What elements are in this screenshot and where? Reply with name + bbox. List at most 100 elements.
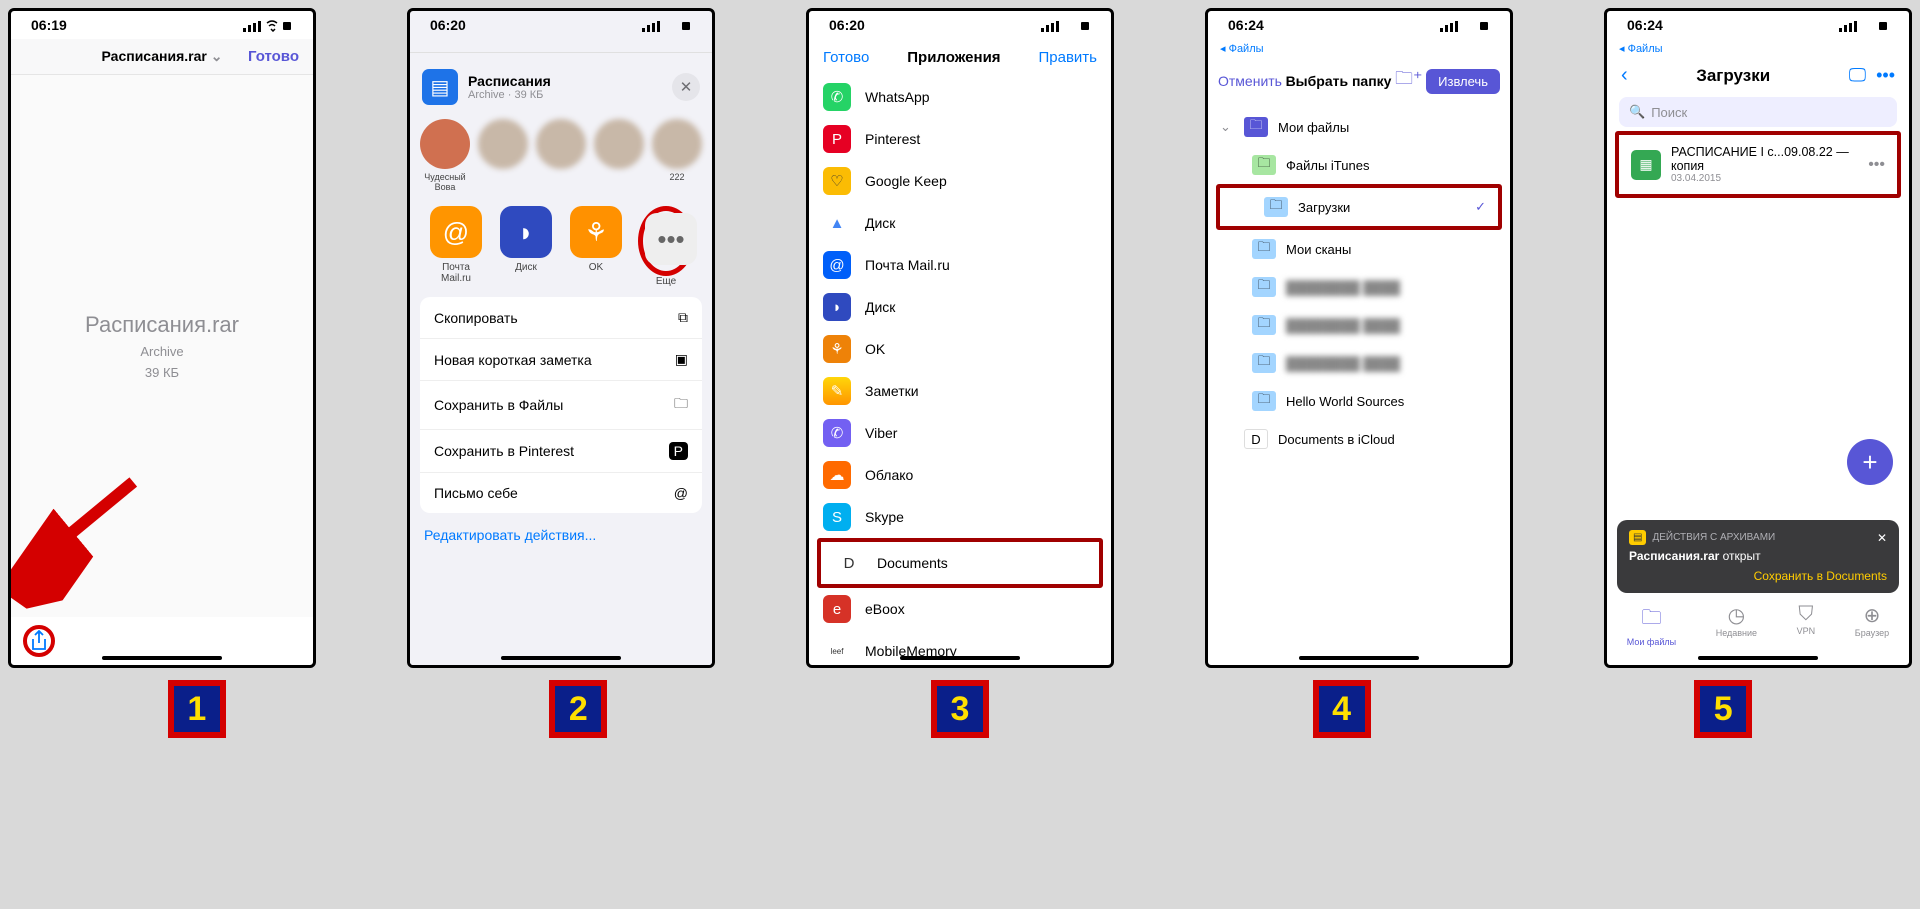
back-button[interactable]: ‹ xyxy=(1621,64,1628,87)
done-button[interactable]: Готово xyxy=(248,48,299,65)
app-mailru[interactable]: @Почта Mail.ru xyxy=(428,206,484,287)
spreadsheet-icon: ▦ xyxy=(1631,150,1661,180)
add-button[interactable]: + xyxy=(1847,439,1893,485)
shield-icon: ⛉ xyxy=(1797,603,1816,626)
folder-row[interactable]: 🗀████████ ████ xyxy=(1208,268,1510,306)
file-row[interactable]: ▦ РАСПИСАНИЕ I с...09.08.22 — копия03.04… xyxy=(1619,135,1897,194)
app-row[interactable]: ✆WhatsApp xyxy=(809,76,1111,118)
app-row[interactable]: PPinterest xyxy=(809,118,1111,160)
tab-vpn[interactable]: ⛉VPN xyxy=(1797,603,1816,647)
new-folder-icon[interactable]: 🗀⁺ xyxy=(1395,66,1423,96)
status-icons xyxy=(1041,17,1091,33)
more-icon[interactable]: ••• xyxy=(1868,156,1885,174)
status-icons xyxy=(1839,17,1889,33)
share-sheet: ▤ Расписания Archive · 39 КБ ✕ Чудесный … xyxy=(410,53,712,665)
folder-row[interactable]: 🗀████████ ████ xyxy=(1208,344,1510,382)
home-indicator xyxy=(1299,656,1419,660)
compass-icon: ⊕ xyxy=(1855,603,1889,628)
page-title: Расписания.rar ⌄ xyxy=(102,48,223,65)
folder-icon: 🗀 xyxy=(674,393,688,417)
file-size: 39 КБ xyxy=(145,365,179,380)
folder-row[interactable]: 🗀Файлы iTunes xyxy=(1208,146,1510,184)
close-icon[interactable]: ✕ xyxy=(1877,531,1887,545)
clock: 06:24 xyxy=(1627,17,1663,33)
close-button[interactable]: ✕ xyxy=(672,73,700,101)
screen-5: 06:24 ◂ Файлы ‹ Загрузки 🖵 ••• 🔍Поиск ▦ … xyxy=(1604,8,1912,668)
done-button[interactable]: Готово xyxy=(823,49,869,66)
app-row[interactable]: ▲Диск xyxy=(809,202,1111,244)
share-button[interactable] xyxy=(23,625,55,657)
action-copy[interactable]: Скопировать⧉ xyxy=(420,297,702,339)
status-bar: 06:24 xyxy=(1208,11,1510,39)
folder-row-icloud[interactable]: DDocuments в iCloud xyxy=(1208,420,1510,458)
app-row[interactable]: ✆Viber xyxy=(809,412,1111,454)
folder-row[interactable]: 🗀████████ ████ xyxy=(1208,306,1510,344)
action-mail-self[interactable]: Письмо себе@ xyxy=(420,473,702,513)
pinterest-icon: P xyxy=(669,442,688,460)
tab-browser[interactable]: ⊕Браузер xyxy=(1855,603,1889,647)
contact[interactable] xyxy=(478,119,528,192)
action-save-files[interactable]: Сохранить в Файлы🗀 xyxy=(420,381,702,430)
home-indicator xyxy=(1698,656,1818,660)
toast-save-button[interactable]: Сохранить в Documents xyxy=(1629,569,1887,583)
app-row[interactable]: ⚘OK xyxy=(809,328,1111,370)
app-row[interactable]: ✎Заметки xyxy=(809,370,1111,412)
app-list: ✆WhatsApp PPinterest ♡Google Keep ▲Диск … xyxy=(809,76,1111,665)
sheet-subtitle: Archive · 39 КБ xyxy=(468,89,662,101)
step-numbers: 1 2 3 4 5 xyxy=(8,680,1912,738)
app-row[interactable]: SSkype xyxy=(809,496,1111,538)
folder-icon: 🗀 xyxy=(1627,603,1676,637)
tab-my-files[interactable]: 🗀Мои файлы xyxy=(1627,603,1676,647)
app-row[interactable]: eeBoox xyxy=(809,588,1111,630)
more-icon[interactable]: ••• xyxy=(1876,65,1895,86)
share-icon xyxy=(30,630,48,652)
app-row-documents[interactable]: DDocuments xyxy=(821,542,1099,584)
sheet-title: Расписания xyxy=(468,73,662,89)
note-icon: ▣ xyxy=(675,351,688,368)
status-icons xyxy=(642,17,692,33)
search-input[interactable]: 🔍Поиск xyxy=(1619,97,1897,127)
mini-back[interactable]: ◂ Файлы xyxy=(1607,39,1909,58)
mini-back[interactable]: ◂ Файлы xyxy=(1208,39,1510,58)
copy-icon: ⧉ xyxy=(678,309,688,326)
status-bar: 06:20 xyxy=(410,11,712,39)
folder-tree: ⌄🗀Мои файлы 🗀Файлы iTunes 🗀Загрузки✓ 🗀Мо… xyxy=(1208,104,1510,665)
toast: ▤ДЕЙСТВИЯ С АРХИВАМИ✕ Расписания.rar отк… xyxy=(1617,520,1899,593)
folder-row[interactable]: 🗀Hello World Sources xyxy=(1208,382,1510,420)
folder-row[interactable]: ⌄🗀Мои файлы xyxy=(1208,108,1510,146)
action-save-pinterest[interactable]: Сохранить в PinterestP xyxy=(420,430,702,473)
folder-row-downloads[interactable]: 🗀Загрузки✓ xyxy=(1220,188,1498,226)
contact[interactable] xyxy=(594,119,644,192)
app-disk[interactable]: ◗Диск xyxy=(498,206,554,287)
app-ok[interactable]: ⚘OK xyxy=(568,206,624,287)
page-title: Загрузки xyxy=(1628,66,1839,86)
nav-bar: Отменить Выбрать папку 🗀⁺ Извлечь xyxy=(1208,58,1510,104)
cancel-button[interactable]: Отменить xyxy=(1218,73,1282,89)
tab-bar: 🗀Мои файлы ◷Недавние ⛉VPN ⊕Браузер xyxy=(1607,597,1909,653)
at-icon: @ xyxy=(674,485,688,501)
home-indicator xyxy=(501,656,621,660)
app-row[interactable]: @Почта Mail.ru xyxy=(809,244,1111,286)
contact[interactable] xyxy=(536,119,586,192)
action-new-note[interactable]: Новая короткая заметка▣ xyxy=(420,339,702,381)
home-indicator xyxy=(102,656,222,660)
contact[interactable]: 222 xyxy=(652,119,702,192)
clock: 06:24 xyxy=(1228,17,1264,33)
contact[interactable]: Чудесный Вова xyxy=(420,119,470,192)
extract-button[interactable]: Извлечь xyxy=(1426,69,1500,94)
screen-2: 06:20 ▤ Расписания Archive · 39 КБ ✕ Чуд… xyxy=(407,8,715,668)
archive-icon: ▤ xyxy=(422,69,458,105)
edit-actions-button[interactable]: Редактировать действия... xyxy=(410,513,712,557)
app-row[interactable]: ☁Облако xyxy=(809,454,1111,496)
edit-button[interactable]: Править xyxy=(1038,49,1097,66)
status-icons xyxy=(1440,17,1490,33)
status-bar: 06:20 xyxy=(809,11,1111,39)
nav-bar: ‹ Загрузки 🖵 ••• xyxy=(1607,58,1909,93)
clock: 06:19 xyxy=(31,17,67,33)
app-row[interactable]: ◗Диск xyxy=(809,286,1111,328)
computer-icon[interactable]: 🖵 xyxy=(1849,65,1866,86)
folder-row[interactable]: 🗀Мои сканы xyxy=(1208,230,1510,268)
app-more[interactable]: •••Еще xyxy=(638,206,694,287)
app-row[interactable]: ♡Google Keep xyxy=(809,160,1111,202)
tab-recent[interactable]: ◷Недавние xyxy=(1716,603,1757,647)
